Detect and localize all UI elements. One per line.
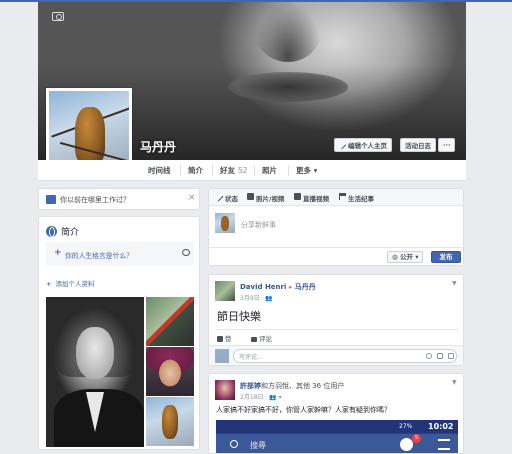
- speech-bubble-icon: [182, 249, 190, 256]
- composer-tabs: 状态 照片/视频 直播视频 生活纪事: [209, 189, 463, 206]
- flag-icon: [339, 193, 346, 200]
- friends-icon: [438, 439, 450, 450]
- featured-photo[interactable]: [146, 347, 194, 396]
- left-margin: [0, 2, 38, 454]
- activity-log-button[interactable]: 活动日志: [400, 138, 436, 152]
- post-composer: 状态 照片/视频 直播视频 生活纪事 分享新鲜事 ◍ 公开 ▾ 发布: [208, 188, 464, 266]
- tab-about[interactable]: 简介: [188, 160, 203, 181]
- post-timestamp[interactable]: 3月9日 · 👥: [240, 293, 273, 302]
- tab-timeline[interactable]: 时间线: [148, 160, 171, 181]
- attached-screenshot[interactable]: 27% 10:02 搜尋 5: [216, 420, 458, 453]
- emoji-icon[interactable]: [426, 353, 432, 359]
- plus-icon: +: [54, 248, 62, 258]
- camera-icon[interactable]: [52, 12, 64, 21]
- live-video-icon: [294, 193, 301, 200]
- post-text: 人家搞不好家搞不好，你管人家幹嘛？人家有疑到你嗎？: [216, 406, 391, 414]
- like-button[interactable]: 赞: [217, 333, 232, 343]
- intro-title: 简介: [61, 228, 80, 238]
- work-prompt-text: 你以前在哪里工作过？: [60, 196, 130, 204]
- friends-audience-icon: 👥: [269, 394, 277, 401]
- right-margin: [466, 2, 512, 454]
- post-text: 節日快樂: [217, 310, 261, 323]
- composer-tab-live[interactable]: 直播视频: [303, 193, 329, 203]
- composer-tab-life-event[interactable]: 生活纪事: [348, 193, 374, 203]
- featured-photo[interactable]: [146, 397, 194, 446]
- post-actions: 赞 评论: [215, 329, 459, 343]
- edit-profile-button[interactable]: 编辑个人主页: [334, 138, 392, 152]
- add-profile-info-link[interactable]: + 添加个人资料: [46, 278, 94, 288]
- notification-badge: 5: [412, 434, 421, 443]
- chevron-down-icon: ▾: [415, 253, 419, 261]
- sticker-icon[interactable]: [448, 353, 454, 359]
- privacy-selector[interactable]: ◍ 公开 ▾: [387, 251, 424, 263]
- comment-input[interactable]: 写评论...: [233, 349, 457, 363]
- avatar: [215, 349, 229, 363]
- tab-more[interactable]: 更多 ▾: [296, 160, 317, 181]
- profile-tabs: 时间线 简介 好友 52 照片 更多 ▾: [38, 160, 466, 181]
- comment-icon: [251, 337, 257, 342]
- feed-post: David Henri ▸ 马丹丹 ▼ 3月9日 · 👥 節日快樂 赞 评论 写…: [208, 274, 464, 366]
- more-options-button[interactable]: ···: [438, 138, 456, 152]
- chevron-down-icon[interactable]: ▼: [452, 379, 457, 386]
- comment-button[interactable]: 评论: [251, 333, 272, 343]
- motto-prompt[interactable]: + 你的人生格言是什么？: [46, 242, 194, 266]
- post-author[interactable]: 許部婷和方羽悅、其他 36 位用户: [240, 381, 344, 391]
- messenger-icon: [400, 438, 413, 451]
- briefcase-icon: [46, 195, 56, 204]
- phone-search-bar: 搜尋 5: [216, 434, 458, 453]
- photo-icon: [247, 193, 254, 200]
- post-timestamp[interactable]: 2月18日 · 👥 ▾: [240, 392, 282, 401]
- avatar: [215, 213, 235, 233]
- composer-tab-status[interactable]: 状态: [225, 193, 238, 203]
- pencil-icon: [337, 140, 347, 150]
- composer-tab-photo-video[interactable]: 照片/视频: [256, 193, 284, 203]
- thumbs-up-icon: [217, 336, 223, 342]
- tab-photos[interactable]: 照片: [262, 160, 277, 181]
- post-author[interactable]: David Henri ▸ 马丹丹: [240, 282, 316, 292]
- globe-icon: ◍: [392, 253, 398, 261]
- friends-audience-icon: 👥: [265, 295, 273, 302]
- search-icon: [230, 440, 238, 448]
- tab-friends[interactable]: 好友 52: [220, 160, 248, 181]
- intro-card: 简介 + 你的人生格言是什么？ + 添加个人资料: [38, 216, 200, 450]
- avatar[interactable]: [215, 380, 235, 400]
- publish-button[interactable]: 发布: [431, 251, 461, 263]
- composer-footer: ◍ 公开 ▾ 发布: [209, 247, 463, 265]
- chevron-down-icon[interactable]: ▼: [452, 280, 457, 287]
- profile-name[interactable]: 马丹丹: [140, 138, 176, 155]
- comment-row: 写评论...: [209, 345, 463, 365]
- phone-status-bar: 27% 10:02: [216, 420, 458, 433]
- plus-icon: +: [46, 280, 52, 288]
- composer-input[interactable]: 分享新鲜事: [241, 220, 276, 230]
- close-icon[interactable]: ×: [188, 193, 196, 203]
- pencil-icon: [213, 191, 224, 202]
- feed-post: 許部婷和方羽悅、其他 36 位用户 ▼ 2月18日 · 👥 ▾ 人家搞不好家搞不…: [208, 373, 464, 454]
- work-prompt-card[interactable]: 你以前在哪里工作过？ ×: [38, 188, 200, 210]
- featured-photo[interactable]: [146, 297, 194, 346]
- camera-icon[interactable]: [437, 353, 443, 359]
- featured-photo[interactable]: [46, 297, 144, 447]
- avatar[interactable]: [215, 281, 235, 301]
- globe-icon: [46, 226, 57, 237]
